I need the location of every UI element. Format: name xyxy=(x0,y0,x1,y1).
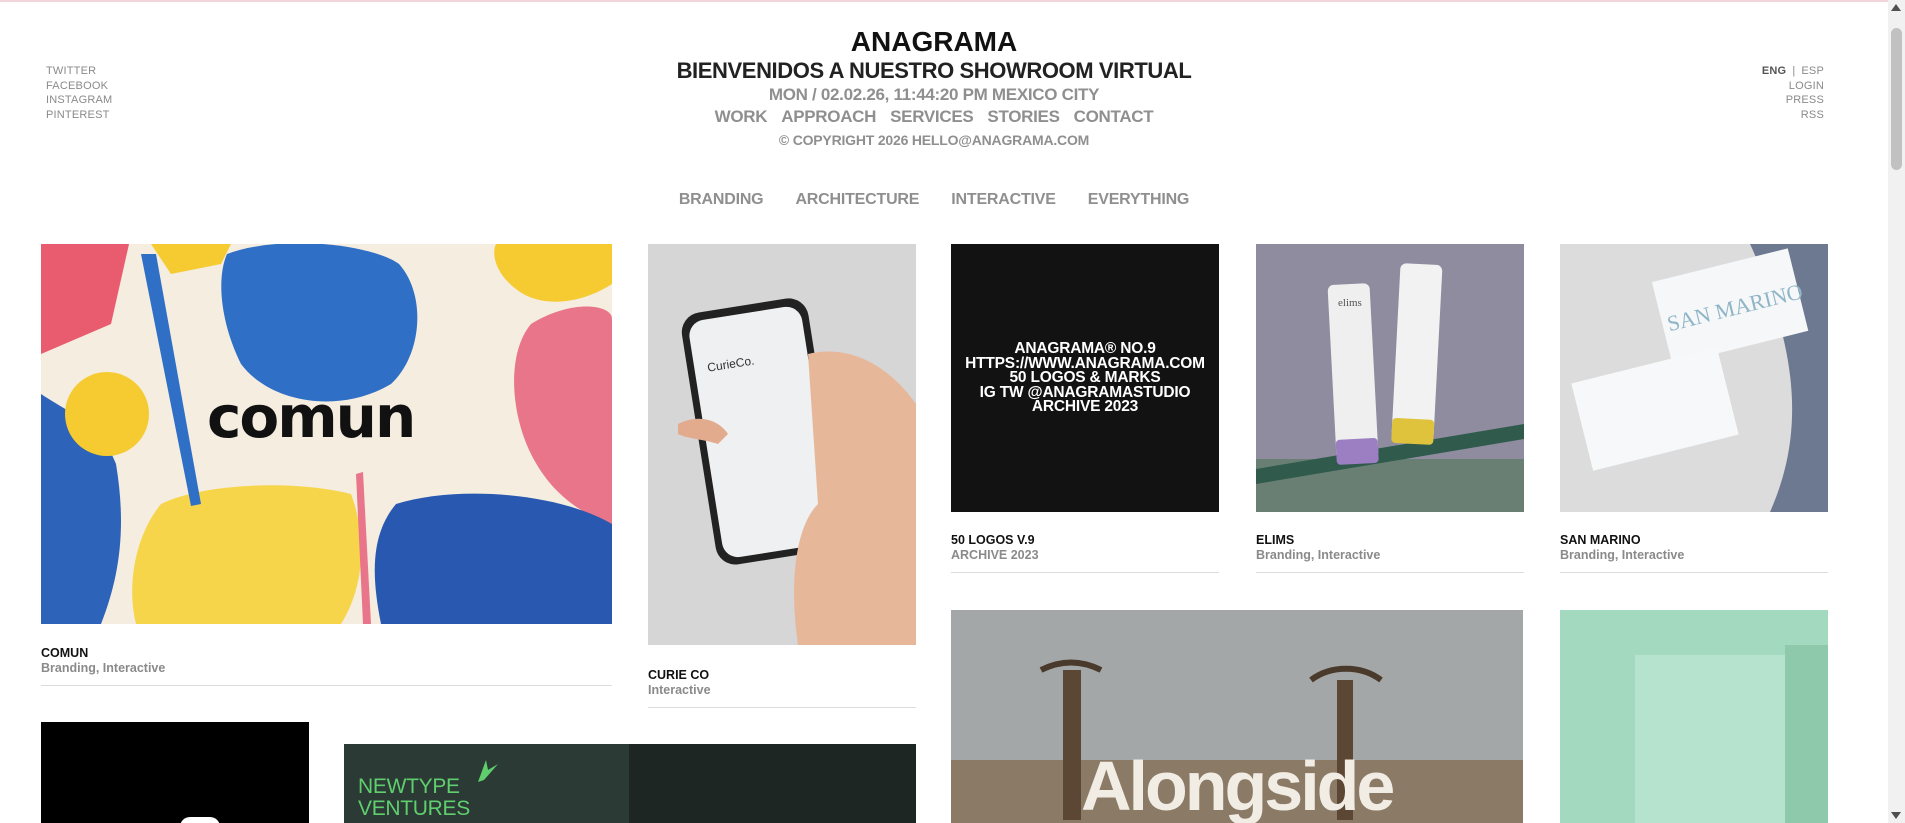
nav-approach[interactable]: APPROACH xyxy=(781,107,876,126)
project-caption-san-marino[interactable]: SAN MARINO Branding, Interactive xyxy=(1560,533,1684,563)
category-filters: BRANDING ARCHITECTURE INTERACTIVE EVERYTHIN… xyxy=(0,191,1868,209)
baobab-photo: Alongside xyxy=(951,610,1523,823)
project-image-comun[interactable]: comun xyxy=(41,244,612,624)
project-title: SAN MARINO xyxy=(1560,533,1641,547)
project-image-50-logos[interactable]: ANAGRAMA® NO.9 HTTPS://WWW.ANAGRAMA.COM … xyxy=(951,244,1219,512)
archive-poster-text: ANAGRAMA® NO.9 HTTPS://WWW.ANAGRAMA.COM … xyxy=(951,341,1219,415)
filter-architecture[interactable]: ARCHITECTURE xyxy=(795,191,919,208)
project-image-mint-packaging[interactable] xyxy=(1560,610,1828,823)
newtype-line: NEWTYPE xyxy=(358,775,460,798)
scroll-down-arrow-icon[interactable] xyxy=(1891,812,1901,819)
nav-contact[interactable]: CONTACT xyxy=(1074,107,1154,126)
newtype-line: VENTURES xyxy=(358,797,470,820)
project-tags: Branding, Interactive xyxy=(1256,548,1381,562)
main-nav: WORK APPROACH SERVICES STORIES CONTACT xyxy=(0,106,1868,128)
project-tags: ARCHIVE 2023 xyxy=(951,548,1039,562)
comun-wordmark: comun xyxy=(207,383,414,451)
project-title: CURIE CO xyxy=(648,668,710,682)
nav-stories[interactable]: STORIES xyxy=(987,107,1060,126)
project-image-elims[interactable]: elims xyxy=(1256,244,1524,512)
elims-tube-label: elims xyxy=(1338,297,1362,309)
project-caption-50-logos[interactable]: 50 LOGOS V.9 ARCHIVE 2023 xyxy=(951,533,1039,563)
top-accent-line xyxy=(0,0,1905,2)
scrollbar-thumb[interactable] xyxy=(1891,28,1902,170)
alongside-wordmark: Alongside xyxy=(1081,747,1393,823)
divider xyxy=(648,707,916,708)
project-title: ELIMS xyxy=(1256,533,1295,547)
curie-phone-photo: CurieCo. xyxy=(648,244,916,645)
project-tags: Branding, Interactive xyxy=(41,661,166,675)
project-caption-curie-co[interactable]: CURIE CO Interactive xyxy=(648,668,711,698)
welcome-text: BIENVENIDOS A NUESTRO SHOWROOM VIRTUAL xyxy=(676,58,1192,83)
project-image-alongside[interactable]: Alongside xyxy=(951,610,1523,823)
divider xyxy=(951,572,1219,573)
project-image-curie-co[interactable]: CurieCo. xyxy=(648,244,916,645)
vertical-scrollbar[interactable] xyxy=(1888,0,1905,823)
project-image-san-marino[interactable]: SAN MARINO xyxy=(1560,244,1828,512)
divider xyxy=(1256,572,1524,573)
nav-work[interactable]: WORK xyxy=(715,107,768,126)
project-title: 50 LOGOS V.9 xyxy=(951,533,1035,547)
newtype-wordmark: NEWTYPE VENTURES xyxy=(358,776,470,820)
mint-packaging-photo xyxy=(1560,610,1828,823)
nav-services[interactable]: SERVICES xyxy=(890,107,974,126)
project-tags: Interactive xyxy=(648,683,711,697)
newtype-photo-half xyxy=(629,744,916,823)
comun-illustration: comun xyxy=(41,244,612,624)
project-image-partial-black[interactable] xyxy=(41,722,309,823)
filter-everything[interactable]: EVERYTHING xyxy=(1088,191,1190,208)
newtype-leaf-icon xyxy=(478,760,498,782)
scroll-up-arrow-icon[interactable] xyxy=(1891,4,1901,11)
partial-shape xyxy=(180,817,220,823)
project-tags: Branding, Interactive xyxy=(1560,548,1685,562)
clock-text: MON / 02.02.26, 11:44:20 PM MEXICO CITY xyxy=(768,85,1100,104)
elims-tubes-photo: elims xyxy=(1256,244,1524,512)
brand-logo[interactable]: ANAGRAMA xyxy=(0,26,1868,58)
project-caption-elims[interactable]: ELIMS Branding, Interactive xyxy=(1256,533,1380,563)
site-header: ANAGRAMA BIENVENIDOS A NUESTRO SHOWROOM … xyxy=(0,26,1868,150)
divider xyxy=(1560,572,1828,573)
copyright-text[interactable]: © COPYRIGHT 2026 HELLO@ANAGRAMA.COM xyxy=(0,130,1868,150)
project-title: COMUN xyxy=(41,646,89,660)
divider xyxy=(41,685,612,686)
san-marino-cards-photo: SAN MARINO xyxy=(1560,244,1828,512)
filter-branding[interactable]: BRANDING xyxy=(679,191,764,208)
poster-line: ARCHIVE 2023 xyxy=(1031,398,1139,415)
project-image-newtype[interactable]: NEWTYPE VENTURES xyxy=(344,744,916,823)
project-caption-comun[interactable]: COMUN Branding, Interactive xyxy=(41,646,165,676)
filter-interactive[interactable]: INTERACTIVE xyxy=(951,191,1056,208)
